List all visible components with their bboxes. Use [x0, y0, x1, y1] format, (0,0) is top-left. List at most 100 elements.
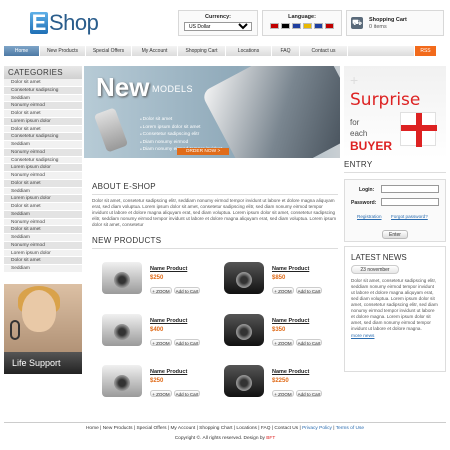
camera-image[interactable] [102, 365, 142, 397]
footer-policy-link[interactable]: Terms of Use [336, 426, 364, 431]
category-item[interactable]: Consetetur sadipscing [4, 156, 82, 165]
zoom-button[interactable]: + ZOOM [150, 287, 172, 294]
category-item[interactable]: Nonumy eirmod [4, 148, 82, 157]
footer-link[interactable]: Shopping Chart [199, 426, 232, 431]
category-item[interactable]: Seddiam [4, 94, 82, 103]
product-name-link[interactable]: Name Product [150, 318, 187, 324]
add-to-cart-button[interactable]: Add to Cart [296, 339, 322, 346]
category-item[interactable]: Nonumy eirmod [4, 172, 82, 180]
news-text: Dolor sit amet, consetetur sadipscing el… [351, 278, 438, 331]
password-field[interactable] [381, 198, 439, 206]
new-models-banner[interactable]: New MODELS Dolor sit ametLorem ipsum dol… [84, 66, 340, 158]
camera-image[interactable] [224, 365, 264, 397]
order-now-button[interactable]: ORDER NOW > [177, 148, 229, 155]
life-support-banner[interactable]: Life Support [4, 284, 82, 374]
forgot-password-link[interactable]: Forgot password? [391, 214, 428, 219]
camera-image[interactable] [224, 262, 264, 294]
nav-item-special-offers[interactable]: Special Offers [86, 46, 132, 56]
nav-item-contact-us[interactable]: Contact us [300, 46, 348, 56]
camera-image[interactable] [102, 314, 142, 346]
language-flag-icon[interactable] [325, 23, 334, 29]
language-flag-icon[interactable] [292, 23, 301, 29]
add-to-cart-button[interactable]: Add to Cart [296, 287, 322, 294]
news-title: LATEST NEWS [351, 253, 407, 262]
footer-link[interactable]: Home [86, 426, 99, 431]
category-item[interactable]: Seddiam [4, 141, 82, 149]
category-item[interactable]: Lorem ipsum dolor [4, 117, 82, 126]
enter-button[interactable]: Enter [382, 230, 408, 239]
product-name-link[interactable]: Name Product [272, 369, 309, 375]
nav-item-home[interactable]: Home [4, 46, 40, 56]
cart-box[interactable]: ⛟ Shopping Cart 0 items [346, 10, 444, 36]
category-item[interactable]: Dolor sit amet [4, 203, 82, 211]
add-to-cart-button[interactable]: Add to Cart [174, 339, 200, 346]
language-flag-icon[interactable] [303, 23, 312, 29]
latest-news-section: LATEST NEWS 23 november Dolor sit amet, … [344, 246, 446, 372]
category-item[interactable]: Nonumy eirmod [4, 102, 82, 110]
zoom-button[interactable]: + ZOOM [150, 390, 172, 397]
add-to-cart-button[interactable]: Add to Cart [174, 390, 200, 397]
add-to-cart-button[interactable]: Add to Cart [174, 287, 200, 294]
nav-item-my-account[interactable]: My Account [132, 46, 178, 56]
product-name-link[interactable]: Name Product [150, 369, 187, 375]
login-field[interactable] [381, 185, 439, 193]
category-item[interactable]: Dolor sit amet [4, 125, 82, 134]
surprise-banner[interactable]: + Surprise for each BUYER [344, 66, 446, 158]
category-item[interactable]: Dolor sit amet [4, 226, 82, 234]
nav-item-rss[interactable]: RSS [415, 46, 437, 56]
currency-box: Currency: US Dollar [178, 10, 258, 36]
category-item[interactable]: Consetetur sadipscing [4, 86, 82, 95]
category-item[interactable]: Seddiam [4, 187, 82, 196]
language-flag-icon[interactable] [281, 23, 290, 29]
registration-link[interactable]: Registration [357, 214, 382, 219]
add-to-cart-button[interactable]: Add to Cart [296, 390, 322, 397]
category-item[interactable]: Seddiam [4, 265, 82, 273]
category-item[interactable]: Seddiam [4, 234, 82, 242]
zoom-button[interactable]: + ZOOM [272, 287, 294, 294]
product-name-link[interactable]: Name Product [272, 318, 309, 324]
category-item[interactable]: Lorem ipsum dolor [4, 164, 82, 172]
nav-item-shopping-cart[interactable]: Shopping Cart [178, 46, 226, 56]
camera-lens-icon [114, 272, 130, 288]
shopping-cart-icon[interactable]: ⛟ [351, 17, 363, 29]
camera-image[interactable] [224, 314, 264, 346]
camera-image[interactable] [102, 262, 142, 294]
category-item[interactable]: Lorem ipsum dolor [4, 195, 82, 203]
cart-label[interactable]: Shopping Cart [369, 17, 407, 23]
category-item[interactable]: Dolor sit amet [4, 179, 82, 188]
nav-item-locations[interactable]: Locations [226, 46, 272, 56]
eshop-logo[interactable]: E Shop [30, 8, 99, 38]
more-news-link[interactable]: more news [345, 332, 445, 341]
footer-link[interactable]: Contact Us [274, 426, 298, 431]
category-item[interactable]: Seddiam [4, 210, 82, 219]
nav-item-faq[interactable]: FAQ [272, 46, 300, 56]
category-item[interactable]: Nonumy eirmod [4, 241, 82, 250]
language-flag-icon[interactable] [314, 23, 323, 29]
product-name-link[interactable]: Name Product [150, 266, 187, 272]
footer-link[interactable]: FAQ [261, 426, 271, 431]
category-item[interactable]: Nonumy eirmod [4, 218, 82, 227]
entry-title: ENTRY [344, 160, 446, 173]
zoom-button[interactable]: + ZOOM [272, 390, 294, 397]
footer-link[interactable]: Special Offers [136, 426, 166, 431]
new-products-section: NEW PRODUCTS [92, 236, 338, 249]
category-item[interactable]: Dolor sit amet [4, 110, 82, 118]
zoom-button[interactable]: + ZOOM [150, 339, 172, 346]
nav-item-new-products[interactable]: New Products [40, 46, 86, 56]
footer-link[interactable]: New Products [103, 426, 133, 431]
currency-select[interactable]: US Dollar [184, 22, 252, 31]
footer-link[interactable]: My Account [170, 426, 195, 431]
designer-link[interactable]: BFT [266, 436, 275, 441]
category-item[interactable]: Lorem ipsum dolor [4, 249, 82, 258]
category-item[interactable]: Consetetur sadipscing [4, 133, 82, 141]
category-item[interactable]: Dolor sit amet [4, 79, 82, 87]
product-price: $2250 [272, 378, 289, 384]
footer-link[interactable]: Locations [236, 426, 257, 431]
language-flag-icon[interactable] [270, 23, 279, 29]
product-name-link[interactable]: Name Product [272, 266, 309, 272]
zoom-button[interactable]: + ZOOM [272, 339, 294, 346]
about-section: ABOUT E-SHOP Dolor sit amet, consetetur … [92, 182, 338, 228]
category-item[interactable]: Dolor sit amet [4, 257, 82, 265]
language-box: Language: [262, 10, 342, 36]
footer-policy-link[interactable]: Privacy Policy [302, 426, 332, 431]
